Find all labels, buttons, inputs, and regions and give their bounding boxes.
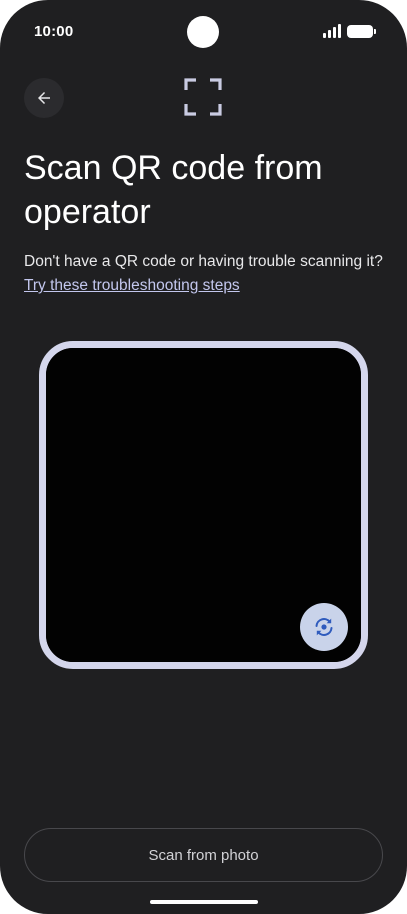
status-icons <box>323 24 376 38</box>
home-indicator <box>150 900 258 904</box>
help-text: Don't have a QR code or having trouble s… <box>24 250 386 298</box>
phone-screen: 10:00 Scan QR code from operator Don't h… <box>0 0 407 914</box>
switch-camera-icon <box>315 618 333 636</box>
battery-icon <box>347 24 376 38</box>
status-time: 10:00 <box>34 23 74 40</box>
arrow-left-icon <box>38 92 50 104</box>
troubleshooting-link[interactable]: Try these troubleshooting steps <box>24 277 240 294</box>
camera-cutout <box>187 16 219 48</box>
qr-scanner-viewfinder[interactable] <box>39 341 368 669</box>
page-title: Scan QR code from operator <box>24 149 323 231</box>
signal-icon <box>323 24 341 38</box>
switch-camera-button[interactable] <box>300 603 348 651</box>
status-bar: 10:00 <box>0 0 407 64</box>
scan-from-photo-button[interactable]: Scan from photo <box>24 828 383 882</box>
help-text-body: Don't have a QR code or having trouble s… <box>24 253 383 270</box>
back-button[interactable] <box>24 78 64 118</box>
qr-frame-icon <box>184 78 222 116</box>
